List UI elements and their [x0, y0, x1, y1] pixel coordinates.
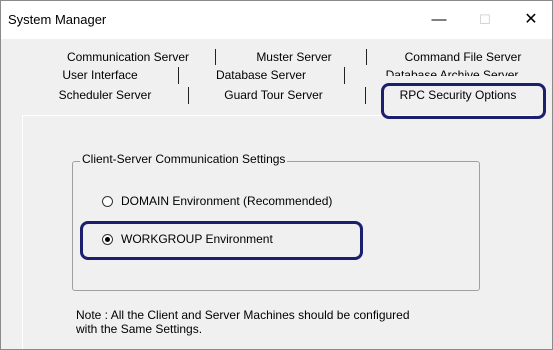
domain-radio-label[interactable]: DOMAIN Environment (Recommended): [121, 194, 332, 208]
minimize-button[interactable]: —: [416, 1, 462, 39]
tab-separator: [365, 87, 366, 104]
domain-radio[interactable]: [102, 196, 113, 207]
tab-user-interface[interactable]: User Interface: [45, 66, 155, 85]
tab-database-server[interactable]: Database Server: [201, 66, 321, 85]
tab-guard-tour-server[interactable]: Guard Tour Server: [206, 86, 341, 105]
system-manager-window: System Manager — ☐ ✕ Communication Serve…: [0, 0, 553, 350]
note-text: Note : All the Client and Server Machine…: [76, 308, 456, 336]
title-bar[interactable]: System Manager — ☐ ✕: [1, 1, 552, 39]
group-title: Client-Server Communication Settings: [80, 152, 288, 166]
rpc-tab-highlight: [381, 83, 546, 119]
tab-separator: [366, 49, 367, 65]
window-title: System Manager: [8, 12, 107, 27]
tab-separator: [188, 87, 189, 104]
tab-muster-server[interactable]: Muster Server: [239, 48, 349, 67]
tab-command-file-server[interactable]: Command File Server: [393, 48, 533, 67]
workgroup-highlight: [80, 221, 363, 260]
close-button[interactable]: ✕: [508, 1, 552, 39]
tab-separator: [215, 49, 216, 65]
tab-scheduler-server[interactable]: Scheduler Server: [45, 86, 165, 105]
tab-separator: [178, 67, 179, 84]
note-line-1: Note : All the Client and Server Machine…: [76, 308, 410, 322]
tab-communication-server[interactable]: Communication Server: [53, 48, 203, 67]
tab-separator: [344, 67, 345, 84]
note-line-2: with the Same Settings.: [76, 322, 203, 336]
maximize-button[interactable]: ☐: [462, 1, 508, 39]
